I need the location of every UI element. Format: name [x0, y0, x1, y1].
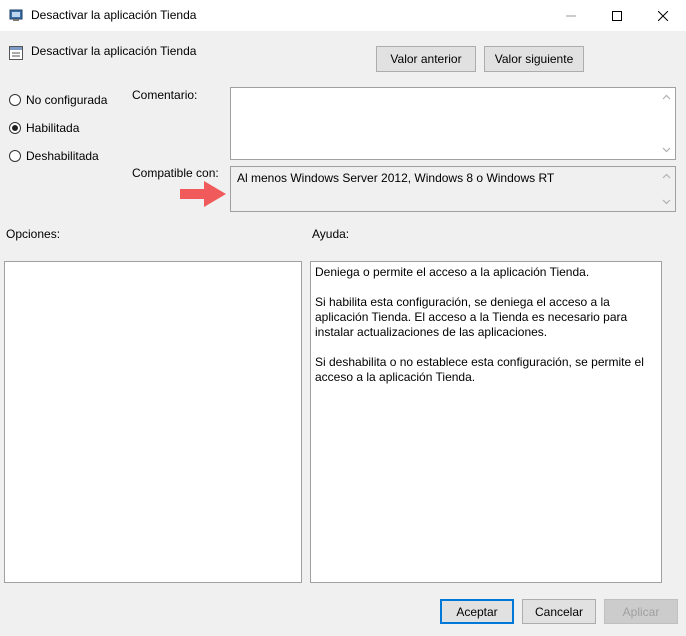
close-icon — [658, 10, 668, 21]
scroll-down-icon[interactable] — [662, 145, 671, 154]
help-paragraph: Si deshabilita o no establece esta confi… — [315, 355, 644, 384]
comment-textarea[interactable] — [230, 87, 676, 160]
scroll-down-icon[interactable] — [662, 197, 671, 206]
title-bar: Desactivar la aplicación Tienda — [0, 0, 686, 31]
supported-on-field[interactable]: Al menos Windows Server 2012, Windows 8 … — [230, 166, 676, 212]
radio-label: No configurada — [26, 93, 108, 107]
cancel-button[interactable]: Cancelar — [522, 599, 596, 624]
policy-dialog: Desactivar la aplicación Tienda Desactiv… — [0, 0, 686, 636]
radio-not-configured[interactable]: No configurada — [9, 93, 107, 107]
maximize-icon — [612, 10, 622, 21]
scroll-up-icon[interactable] — [662, 93, 671, 102]
radio-disabled[interactable]: Deshabilitada — [9, 149, 99, 163]
help-label: Ayuda: — [312, 227, 350, 241]
radio-circle-checked — [9, 122, 21, 134]
policy-title: Desactivar la aplicación Tienda — [31, 44, 197, 58]
next-setting-button[interactable]: Valor siguiente — [484, 46, 584, 72]
maximize-button[interactable] — [594, 0, 640, 31]
help-paragraph: Deniega o permite el acceso a la aplicac… — [315, 265, 590, 279]
radio-circle — [9, 94, 21, 106]
window-title: Desactivar la aplicación Tienda — [31, 8, 197, 22]
previous-setting-button[interactable]: Valor anterior — [376, 46, 476, 72]
options-label: Opciones: — [6, 227, 61, 241]
comment-label: Comentario: — [132, 88, 198, 102]
apply-button[interactable]: Aplicar — [604, 599, 678, 624]
options-panel[interactable] — [4, 261, 302, 583]
close-button[interactable] — [640, 0, 686, 31]
supported-on-value: Al menos Windows Server 2012, Windows 8 … — [237, 171, 555, 185]
policy-document-icon — [8, 45, 24, 61]
radio-circle — [9, 150, 21, 162]
ok-button[interactable]: Aceptar — [440, 599, 514, 624]
help-text: Deniega o permite el acceso a la aplicac… — [315, 265, 657, 400]
scroll-up-icon[interactable] — [662, 172, 671, 181]
minimize-button[interactable] — [548, 0, 594, 31]
minimize-icon — [566, 15, 576, 16]
radio-label: Deshabilitada — [26, 149, 99, 163]
highlight-arrow-icon — [180, 181, 226, 207]
policy-settings-icon — [9, 8, 24, 23]
radio-enabled[interactable]: Habilitada — [9, 121, 79, 135]
help-paragraph: Si habilita esta configuración, se denie… — [315, 295, 628, 339]
help-panel[interactable]: Deniega o permite el acceso a la aplicac… — [310, 261, 662, 583]
supported-on-label: Compatible con: — [132, 166, 219, 180]
radio-label: Habilitada — [26, 121, 80, 135]
